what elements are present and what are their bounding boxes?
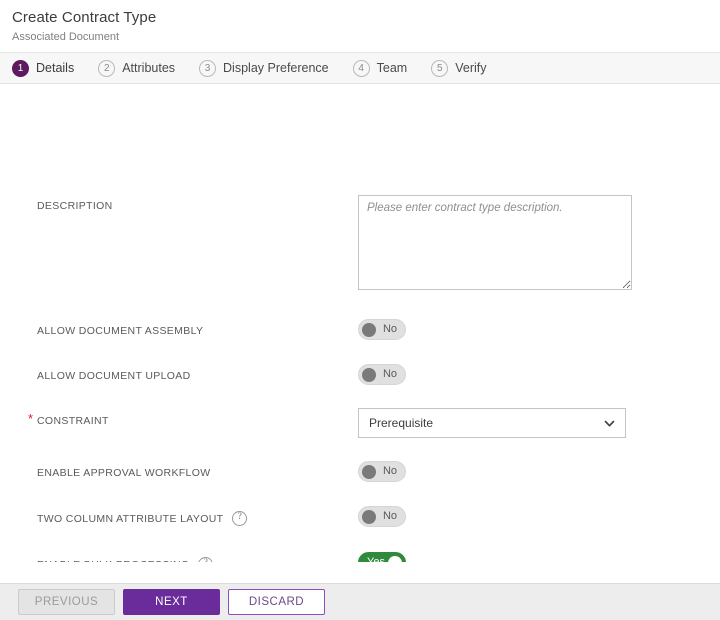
toggle-enable-approval-workflow[interactable]: No: [358, 461, 406, 482]
step-number-4: 4: [352, 59, 370, 77]
label-allow-document-assembly: ALLOW DOCUMENT ASSEMBLY: [37, 325, 204, 337]
step-verify[interactable]: 5 Verify: [431, 59, 487, 77]
label-enable-approval-workflow: ENABLE APPROVAL WORKFLOW: [37, 467, 211, 479]
constraint-selected-value: Prerequisite: [369, 416, 434, 430]
label-constraint-text: CONSTRAINT: [37, 415, 109, 427]
wizard-stepper: 1 Details 2 Attributes 3 Display Prefere…: [0, 52, 720, 84]
previous-button[interactable]: PREVIOUS: [18, 589, 115, 615]
step-display-preference[interactable]: 3 Display Preference: [199, 59, 329, 77]
page-header: Create Contract Type Associated Document: [0, 0, 720, 52]
toggle-two-column-attribute-layout[interactable]: No: [358, 506, 406, 527]
label-two-column-attribute-layout: TWO COLUMN ATTRIBUTE LAYOUT ?: [0, 511, 248, 526]
toggle-allow-document-assembly[interactable]: No: [358, 319, 406, 340]
toggle-knob: [362, 464, 376, 479]
constraint-select[interactable]: Prerequisite: [358, 408, 626, 438]
toggle-enable-bulk-processing[interactable]: Yes: [358, 552, 406, 562]
discard-button[interactable]: DISCARD: [228, 589, 325, 615]
label-allow-document-upload: ALLOW DOCUMENT UPLOAD: [37, 370, 191, 382]
step-number-1: 1: [12, 59, 29, 77]
next-button[interactable]: NEXT: [123, 589, 220, 615]
toggle-value-allow-document-upload: No: [382, 368, 397, 380]
toggle-knob: [362, 509, 376, 524]
toggle-knob: [362, 322, 376, 337]
step-attributes[interactable]: 2 Attributes: [98, 59, 176, 77]
toggle-value-enable-bulk-processing: Yes: [367, 556, 385, 563]
step-label-attributes: Attributes: [122, 61, 176, 75]
label-constraint: * CONSTRAINT: [0, 411, 109, 428]
description-input[interactable]: [358, 195, 632, 290]
help-icon[interactable]: ?: [232, 511, 248, 526]
toggle-value-two-column-attribute-layout: No: [382, 510, 397, 522]
page-title: Create Contract Type: [12, 9, 157, 26]
step-number-5: 5: [431, 59, 449, 77]
label-description: DESCRIPTION: [37, 200, 113, 212]
label-two-column-attribute-layout-text: TWO COLUMN ATTRIBUTE LAYOUT: [37, 512, 224, 525]
step-label-display-preference: Display Preference: [223, 61, 329, 75]
required-asterisk-icon: *: [28, 411, 34, 426]
label-enable-bulk-processing: ENABLE BULK PROCESSING ?: [0, 557, 214, 563]
page-subtitle: Associated Document: [12, 31, 119, 43]
toggle-value-allow-document-assembly: No: [382, 323, 397, 335]
label-enable-bulk-processing-text: ENABLE BULK PROCESSING: [37, 558, 189, 563]
toggle-knob: [388, 555, 402, 562]
step-number-2: 2: [98, 59, 116, 77]
chevron-down-icon: [603, 417, 616, 430]
step-team[interactable]: 4 Team: [352, 59, 408, 77]
wizard-footer: PREVIOUS NEXT DISCARD: [0, 583, 720, 620]
toggle-knob: [362, 367, 376, 382]
step-label-details: Details: [36, 61, 75, 75]
help-icon[interactable]: ?: [198, 557, 214, 562]
step-number-3: 3: [199, 59, 217, 77]
step-label-verify: Verify: [455, 61, 487, 75]
step-label-team: Team: [376, 61, 408, 75]
toggle-value-enable-approval-workflow: No: [382, 465, 397, 477]
form-area: DESCRIPTION ALLOW DOCUMENT ASSEMBLY No A…: [0, 84, 720, 562]
step-details[interactable]: 1 Details: [12, 59, 75, 77]
toggle-allow-document-upload[interactable]: No: [358, 364, 406, 385]
